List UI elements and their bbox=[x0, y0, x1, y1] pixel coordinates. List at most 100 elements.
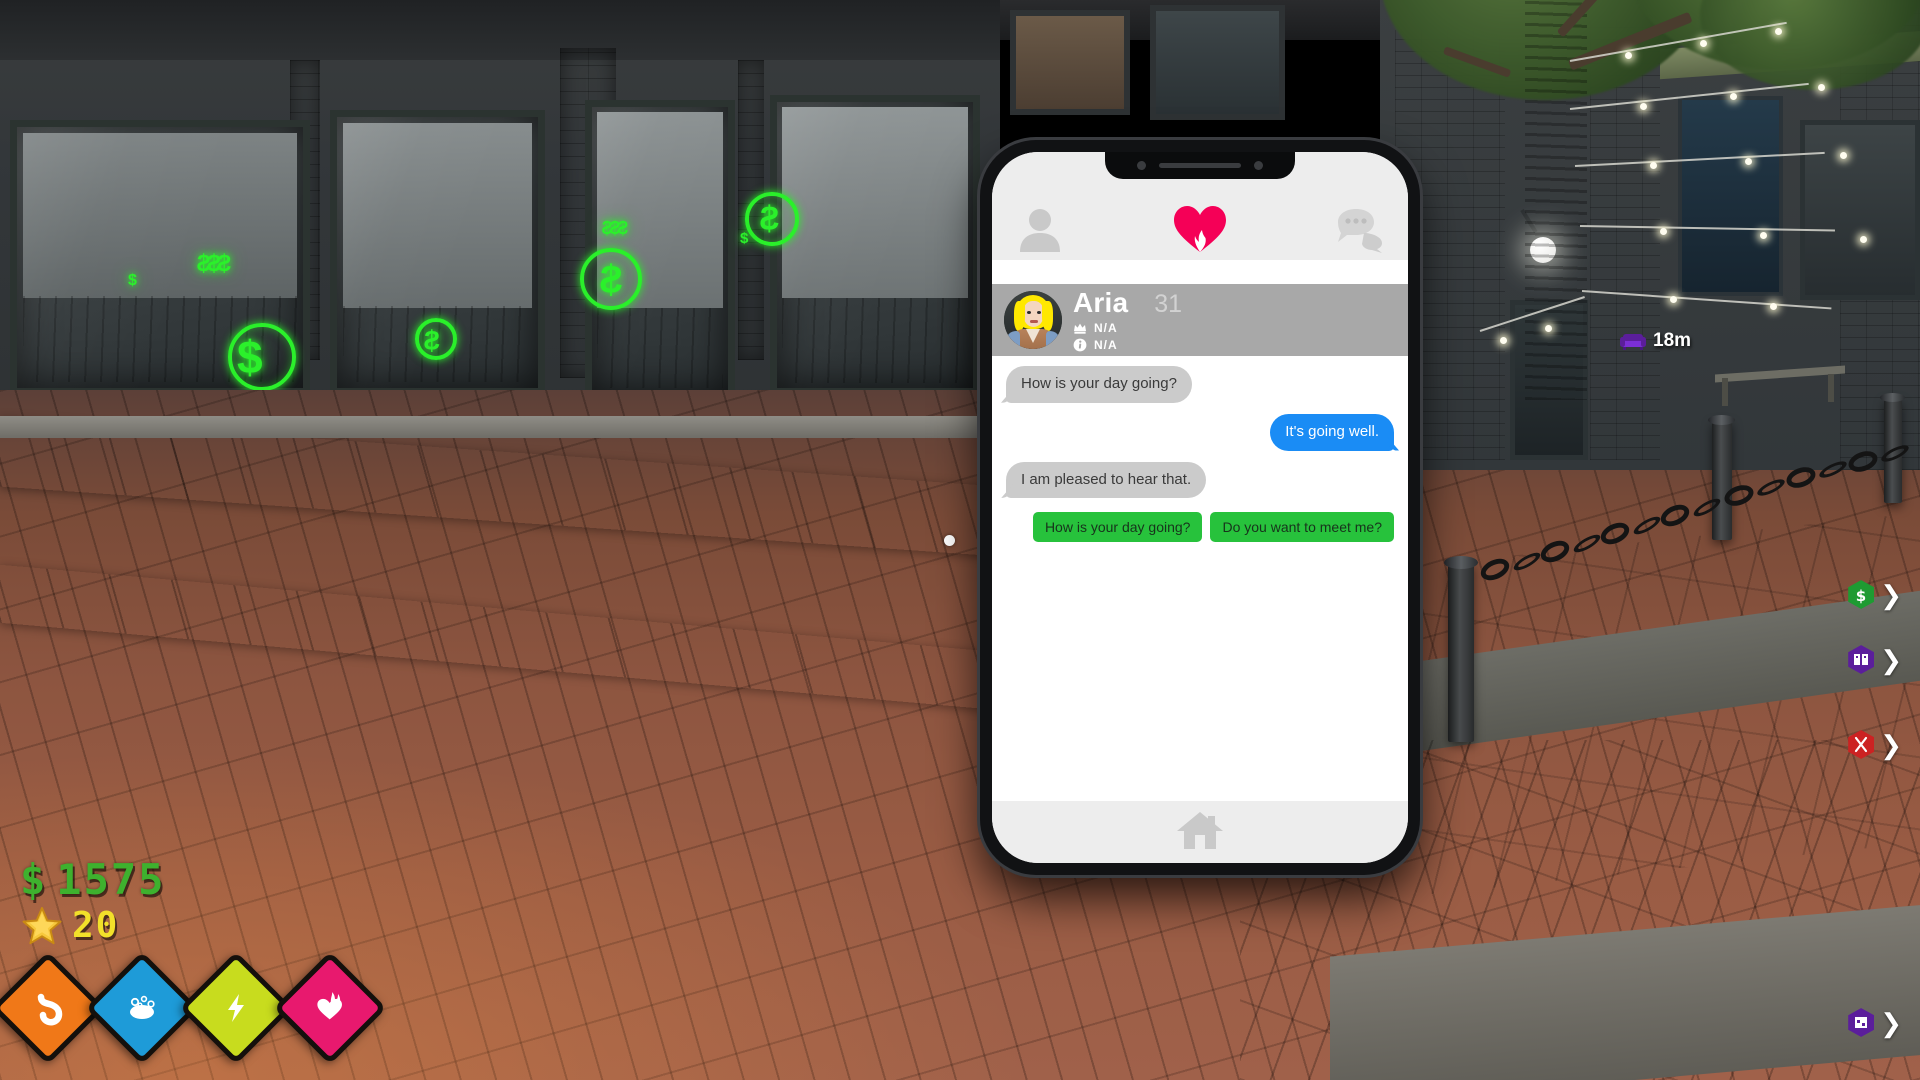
need-energy[interactable] bbox=[179, 951, 293, 1065]
message-bubble-incoming: How is your day going? bbox=[1006, 366, 1192, 403]
avatar bbox=[1004, 291, 1062, 349]
person-icon[interactable] bbox=[1014, 205, 1066, 253]
nav-divider bbox=[992, 260, 1408, 284]
message-row: I am pleased to hear that. bbox=[1006, 461, 1394, 499]
star-counter: 20 bbox=[22, 905, 119, 946]
bollard-cap bbox=[1444, 556, 1478, 569]
star-amount: 20 bbox=[72, 905, 120, 946]
money-amount: 1575 bbox=[56, 855, 166, 904]
needs-meters bbox=[0, 951, 387, 1065]
phone-screen[interactable]: Aria 31 N/A N/A How is your day going? I… bbox=[992, 152, 1408, 863]
upper-window bbox=[1010, 10, 1130, 115]
message-row: It's going well. bbox=[1006, 413, 1394, 451]
string-light-bulb bbox=[1745, 158, 1752, 165]
message-bubble-outgoing: It's going well. bbox=[1270, 413, 1394, 451]
need-hunger[interactable] bbox=[0, 951, 105, 1065]
string-light-bulb bbox=[1770, 303, 1777, 310]
bank-money-icon: $ bbox=[1848, 580, 1875, 609]
sofa-waypoint-distance: 18m bbox=[1653, 330, 1692, 351]
game-world-background: $$$ $ $ $ $$$ $ $ $ bbox=[0, 0, 1920, 1080]
sofa-waypoint[interactable]: 18m bbox=[1620, 330, 1691, 352]
string-light-bulb bbox=[1700, 40, 1707, 47]
chat-bubbles-icon[interactable] bbox=[1334, 205, 1386, 253]
curb bbox=[0, 416, 1010, 438]
shop-door bbox=[1678, 96, 1783, 296]
string-light-bulb bbox=[1500, 337, 1507, 344]
badge-info: N/A bbox=[1073, 338, 1182, 352]
star-icon bbox=[22, 906, 62, 946]
reply-options: How is your day going? Do you want to me… bbox=[1006, 512, 1394, 543]
neon-small-tag: $ bbox=[128, 272, 137, 289]
chevron-right-icon: ❯ bbox=[1880, 644, 1902, 675]
crown-icon bbox=[1073, 321, 1087, 335]
building-waypoint[interactable]: ❯ bbox=[1848, 645, 1902, 674]
building-icon bbox=[1848, 645, 1875, 674]
badge-job-value: N/A bbox=[1094, 320, 1118, 335]
storefront-window bbox=[770, 95, 980, 395]
flaming-heart-logo[interactable] bbox=[1172, 204, 1228, 254]
reply-option-1[interactable]: How is your day going? bbox=[1032, 512, 1203, 543]
chevron-right-icon: ❯ bbox=[1880, 1007, 1902, 1038]
need-hygiene[interactable] bbox=[85, 951, 199, 1065]
bench-leg bbox=[1722, 378, 1728, 406]
home-icon[interactable] bbox=[1175, 808, 1225, 857]
money-counter: $ 1575 bbox=[20, 855, 165, 904]
message-bubble-incoming: I am pleased to hear that. bbox=[1006, 461, 1207, 499]
reply-option-2[interactable]: Do you want to meet me? bbox=[1210, 512, 1394, 543]
upper-window bbox=[1150, 5, 1285, 120]
info-icon bbox=[1073, 338, 1087, 352]
camera-dot bbox=[1137, 161, 1146, 170]
message-row: How is your day going? bbox=[1006, 366, 1394, 403]
string-light-bulb bbox=[1650, 162, 1657, 169]
chat-thread: How is your day going? It's going well. … bbox=[992, 356, 1408, 771]
bollard-cap bbox=[1708, 415, 1735, 425]
match-name: Aria bbox=[1073, 286, 1129, 318]
neon-dollar-sign: $ bbox=[760, 200, 779, 238]
badge-job: N/A bbox=[1073, 321, 1182, 335]
neon-dollar-sign: $ bbox=[600, 258, 623, 302]
restaurant-icon bbox=[1848, 730, 1875, 759]
phone-notch bbox=[1105, 152, 1295, 179]
neon-dollar-sign: $ bbox=[237, 331, 263, 383]
shop-icon bbox=[1848, 1008, 1875, 1037]
match-age: 31 bbox=[1154, 289, 1183, 318]
camera-dot bbox=[1254, 161, 1263, 170]
string-light-bulb bbox=[1730, 93, 1737, 100]
match-info: Aria 31 N/A N/A bbox=[1073, 286, 1183, 352]
string-light-bulb bbox=[1640, 103, 1647, 110]
neon-price-label: $$$ bbox=[604, 218, 629, 238]
bank-money-waypoint[interactable]: $ ❯ bbox=[1848, 580, 1902, 609]
stomach-icon bbox=[8, 968, 88, 1048]
lightning-bolt-icon bbox=[196, 968, 276, 1048]
left-building-cornice bbox=[0, 0, 1000, 60]
flaming-heart-icon bbox=[290, 968, 370, 1048]
chevron-right-icon: ❯ bbox=[1880, 729, 1902, 760]
string-light-bulb bbox=[1760, 232, 1767, 239]
in-game-phone[interactable]: Aria 31 N/A N/A How is your day going? I… bbox=[980, 140, 1420, 875]
neon-small-tag: $ bbox=[740, 230, 749, 247]
badge-info-value: N/A bbox=[1094, 337, 1118, 352]
restaurant-waypoint[interactable]: ❯ bbox=[1848, 730, 1902, 759]
phone-bottom-bar bbox=[992, 801, 1408, 863]
app-top-nav bbox=[992, 198, 1408, 260]
svg-text:$: $ bbox=[1856, 587, 1866, 605]
currency-symbol: $ bbox=[20, 855, 48, 904]
bollard bbox=[1448, 562, 1474, 742]
soap-bubbles-icon bbox=[102, 968, 182, 1048]
aim-crosshair-dot bbox=[944, 535, 955, 546]
chevron-right-icon: ❯ bbox=[1880, 579, 1902, 610]
bollard bbox=[1712, 420, 1732, 540]
match-profile-header[interactable]: Aria 31 N/A N/A bbox=[992, 284, 1408, 356]
shop-waypoint[interactable]: ❯ bbox=[1848, 1008, 1902, 1037]
speaker-grille bbox=[1159, 163, 1241, 168]
string-light-bulb bbox=[1660, 228, 1667, 235]
string-light-bulb bbox=[1670, 296, 1677, 303]
neon-dollar-sign: $ bbox=[424, 325, 440, 356]
string-light-bulb bbox=[1775, 28, 1782, 35]
neon-price-label: $$$ bbox=[200, 250, 232, 277]
need-romance[interactable] bbox=[273, 951, 387, 1065]
string-light-bulb bbox=[1545, 325, 1552, 332]
string-light-bulb bbox=[1625, 52, 1632, 59]
sofa-icon bbox=[1620, 331, 1646, 351]
world-icon-list: $ ❯ ❯ ❯ ❯ bbox=[1810, 0, 1920, 1080]
